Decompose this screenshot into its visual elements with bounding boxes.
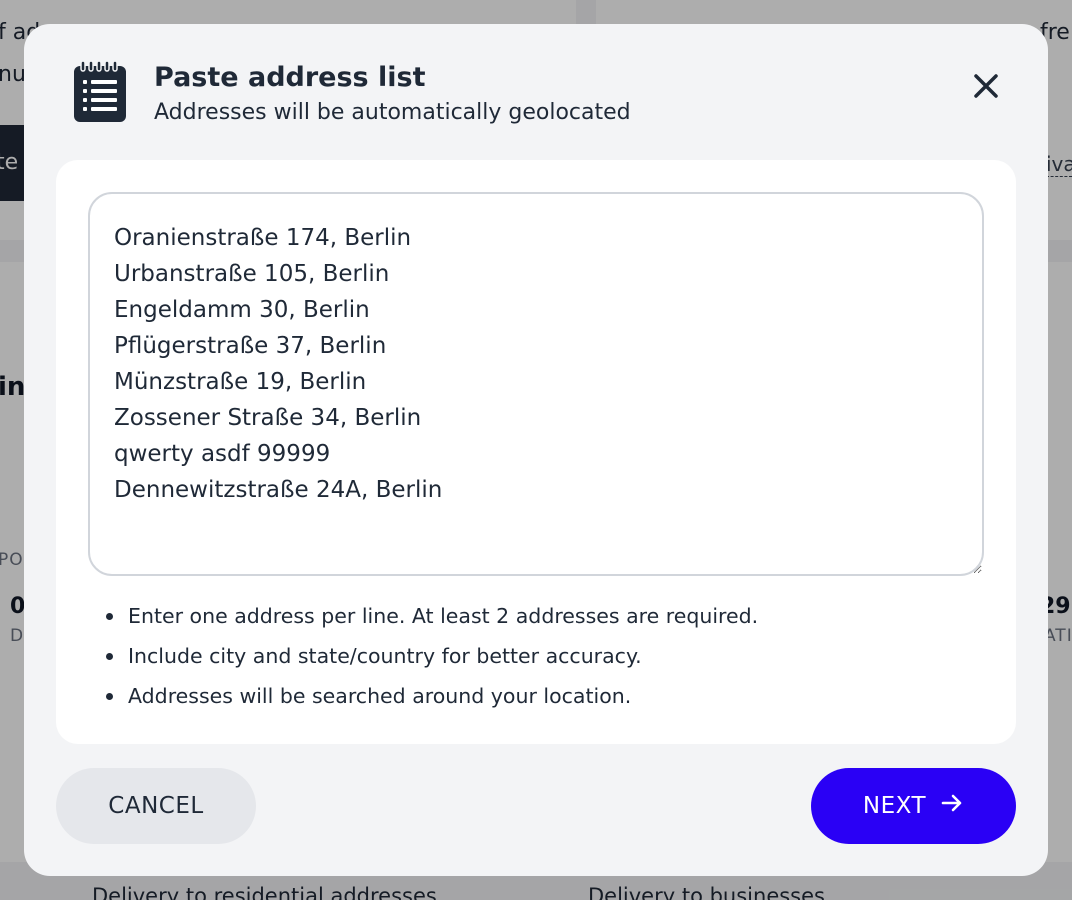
dialog-content: Oranienstraße 174, Berlin Urbanstraße 10… [56, 160, 1016, 744]
hint-item: Enter one address per line. At least 2 a… [104, 596, 758, 636]
hint-item: Addresses will be searched around your l… [104, 676, 758, 716]
hint-item: Include city and state/country for bette… [104, 636, 758, 676]
arrow-right-icon [940, 791, 964, 821]
dialog-subtitle: Addresses will be automatically geolocat… [154, 100, 631, 125]
next-button-label: NEXT [862, 793, 927, 819]
cancel-button[interactable]: CANCEL [56, 768, 256, 844]
close-button[interactable] [964, 66, 1008, 110]
dialog-title: Paste address list [154, 62, 426, 93]
next-button[interactable]: NEXT [811, 768, 1016, 844]
dialog-header: Paste address list Addresses will be aut… [72, 60, 1008, 130]
notepad-list-icon [72, 60, 128, 124]
close-icon[interactable] [972, 72, 1000, 104]
paste-address-dialog: Paste address list Addresses will be aut… [24, 24, 1048, 876]
address-list-textarea[interactable]: Oranienstraße 174, Berlin Urbanstraße 10… [88, 192, 984, 576]
hint-list: Enter one address per line. At least 2 a… [104, 596, 758, 716]
